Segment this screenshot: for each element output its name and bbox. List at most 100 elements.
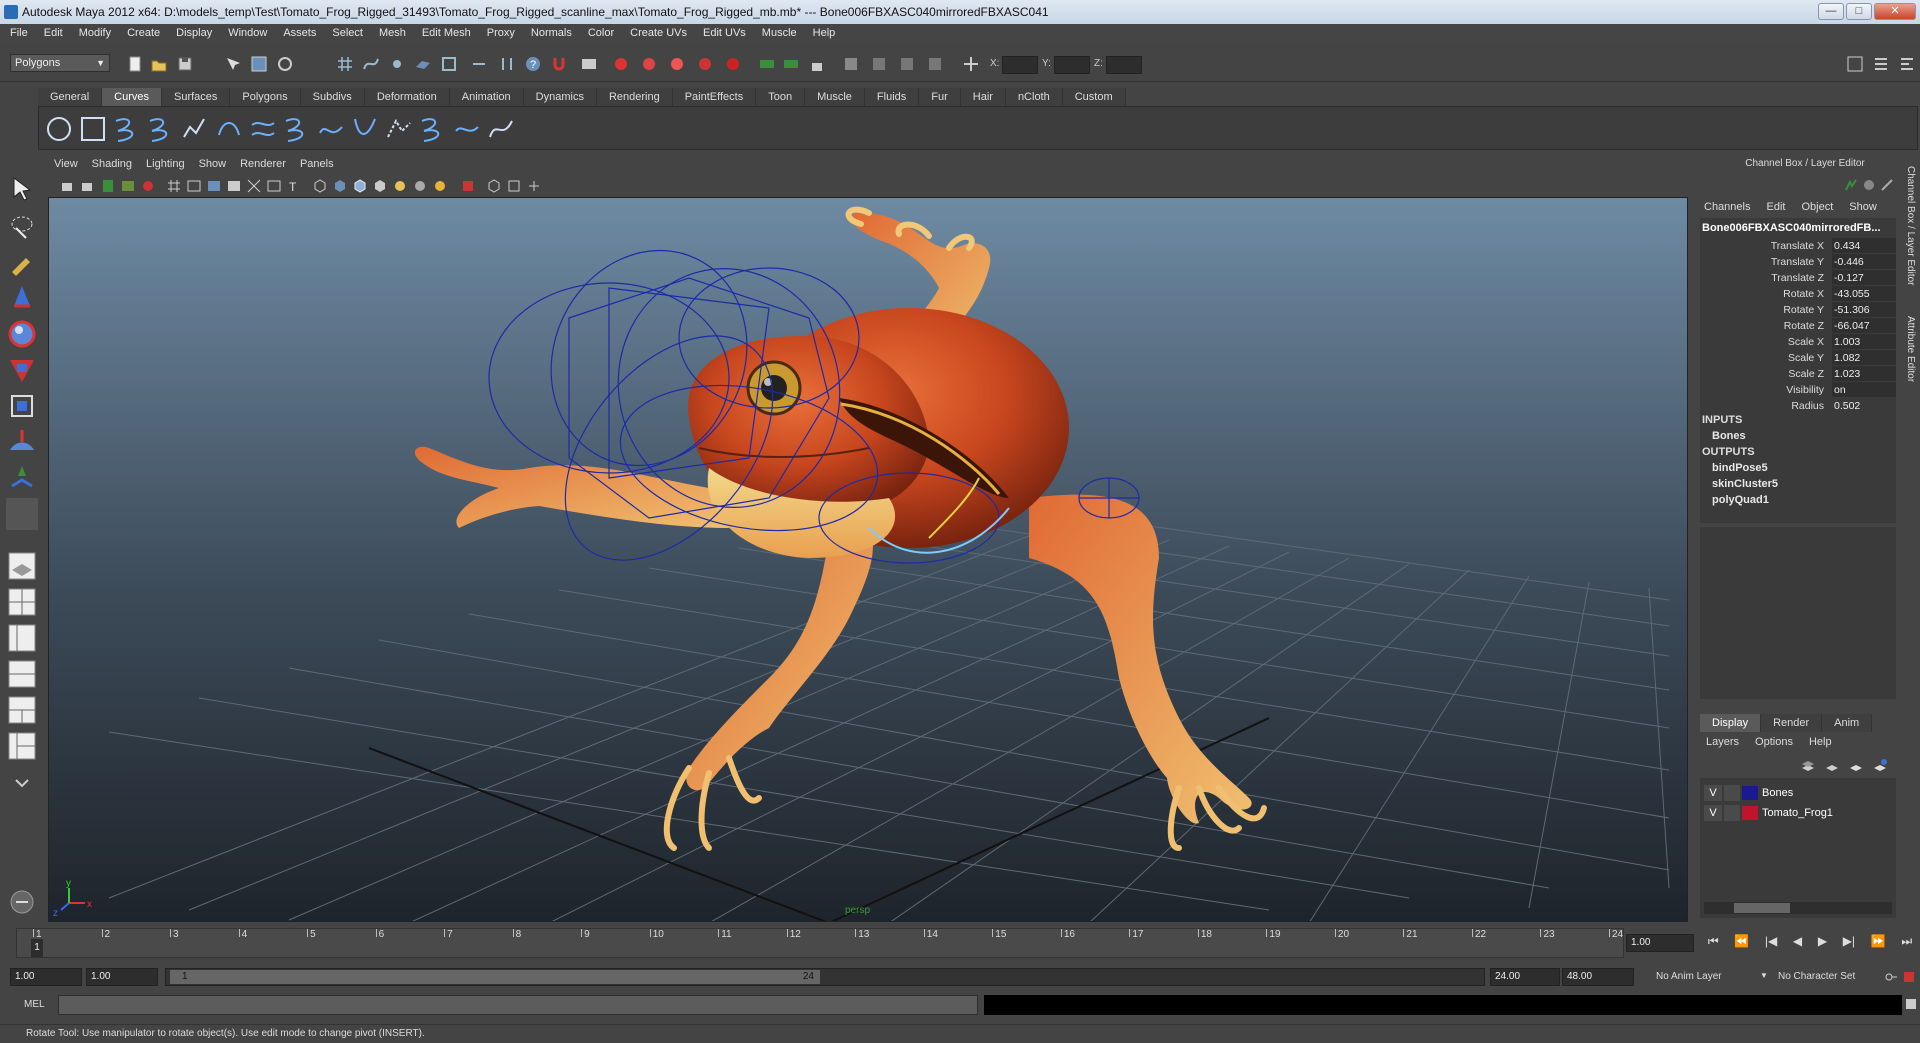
input-mode-icon[interactable] (782, 55, 800, 73)
side-tab-channel-box[interactable]: Channel Box / Layer Editor (1905, 166, 1916, 286)
layer-menu-layers[interactable]: Layers (1706, 736, 1739, 748)
range-slider-thumb[interactable]: 1 24 (170, 970, 820, 984)
step-forward-frame-button[interactable]: ▶| (1843, 934, 1855, 954)
rebuild-curve-icon[interactable] (419, 115, 447, 143)
menu-display[interactable]: Display (176, 27, 212, 39)
perspective-viewport[interactable]: x y z (48, 197, 1688, 922)
2d-pan-zoom-icon[interactable] (140, 178, 156, 194)
four-view-icon[interactable] (6, 586, 38, 618)
use-default-light-icon[interactable] (392, 178, 408, 194)
insert-knot-icon[interactable] (317, 115, 345, 143)
layer-tab-display[interactable]: Display (1700, 714, 1762, 732)
menu-edit-mesh[interactable]: Edit Mesh (422, 27, 471, 39)
end-time-field[interactable]: 48.00 (1562, 968, 1634, 986)
layer-color-swatch[interactable] (1742, 786, 1758, 800)
relative-transform-icon[interactable] (962, 55, 980, 73)
viewport-menu-lighting[interactable]: Lighting (146, 158, 185, 174)
channel-rotate-z[interactable]: Rotate Z -66.047 (1700, 318, 1896, 334)
cv-curve-icon[interactable] (113, 115, 141, 143)
persp-graph-icon[interactable] (6, 658, 38, 690)
menu-modify[interactable]: Modify (79, 27, 111, 39)
help-icon[interactable]: ? (524, 55, 542, 73)
shelf-tab-fur[interactable]: Fur (919, 88, 961, 106)
shelf-tab-curves[interactable]: Curves (102, 88, 162, 106)
magnet-icon[interactable] (550, 55, 568, 73)
shelf-tab-general[interactable]: General (38, 88, 103, 106)
channel-rotate-x[interactable]: Rotate X -43.055 (1700, 286, 1896, 302)
new-layer-icon[interactable] (1800, 758, 1816, 774)
time-slider[interactable]: 1 2 3 4 5 6 7 8 9 10 11 12 13 14 15 16 17 18 19 20 21 22 23 24 1 (16, 928, 1624, 958)
last-tool-slot[interactable] (6, 498, 38, 530)
layer-name[interactable]: Bones (1762, 787, 1793, 799)
viewport-menu-shading[interactable]: Shading (92, 158, 132, 174)
select-camera-icon[interactable] (60, 178, 76, 194)
shelf-tab-animation[interactable]: Animation (449, 88, 524, 106)
output-node-polyquad[interactable]: polyQuad1 (1712, 494, 1769, 506)
wireframe-on-shaded-icon[interactable] (352, 178, 368, 194)
layer-playback-toggle[interactable] (1724, 805, 1740, 821)
menu-normals[interactable]: Normals (531, 27, 572, 39)
extend-curve-icon[interactable] (351, 115, 379, 143)
shelf-tab-toon[interactable]: Toon (756, 88, 806, 106)
menu-edit-uvs[interactable]: Edit UVs (703, 27, 746, 39)
channel-scale-z[interactable]: Scale Z 1.023 (1700, 366, 1896, 382)
outliner-persp-graph-icon[interactable] (6, 730, 38, 762)
menu-create-uvs[interactable]: Create UVs (630, 27, 687, 39)
soft-modification-icon[interactable] (6, 426, 38, 458)
go-to-start-button[interactable]: ⏮ (1708, 934, 1719, 954)
ipr-render-icon[interactable] (612, 55, 630, 73)
scale-tool-icon[interactable] (6, 354, 38, 386)
construction-history-icon[interactable] (498, 55, 516, 73)
ep-curve-icon[interactable] (147, 115, 175, 143)
snap-grid-icon[interactable] (336, 55, 354, 73)
shelf-tab-painteffects[interactable]: PaintEffects (672, 88, 757, 106)
render-current-icon[interactable] (580, 55, 598, 73)
channel-box-menu-object[interactable]: Object (1801, 201, 1833, 213)
new-scene-icon[interactable] (126, 55, 144, 73)
image-plane-icon[interactable] (120, 178, 136, 194)
viewport-menu-show[interactable]: Show (199, 158, 227, 174)
detach-curves-icon[interactable] (283, 115, 311, 143)
shelf-tab-hair[interactable]: Hair (960, 88, 1006, 106)
go-to-end-button[interactable]: ⏭ (1901, 934, 1912, 954)
render-view-icon[interactable] (696, 55, 714, 73)
attribute-editor-toggle-icon[interactable] (1898, 55, 1916, 73)
layer-horizontal-scrollbar[interactable] (1704, 902, 1892, 914)
channel-box-icon-1[interactable] (1844, 178, 1858, 192)
layout-icon[interactable] (1846, 55, 1864, 73)
layout-options-icon[interactable] (6, 766, 38, 798)
input-node-bones[interactable]: Bones (1712, 430, 1746, 442)
layer-tab-render[interactable]: Render (1761, 714, 1823, 732)
layer-visibility-toggle[interactable]: V (1704, 785, 1722, 801)
channel-value[interactable]: -51.306 (1832, 302, 1896, 317)
camera-attributes-icon[interactable] (80, 178, 96, 194)
channel-translate-z[interactable]: Translate Z -0.127 (1700, 270, 1896, 286)
selected-object-name[interactable]: Bone006FBXASC040mirroredFB... (1702, 222, 1896, 234)
start-time-field[interactable]: 1.00 (10, 968, 82, 986)
channel-box-icon-2[interactable] (1862, 178, 1876, 192)
select-by-hierarchy-icon[interactable] (224, 55, 242, 73)
output-node-skincluster[interactable]: skinCluster5 (1712, 478, 1778, 490)
select-by-component-icon[interactable] (276, 55, 294, 73)
add-points-icon[interactable] (453, 115, 481, 143)
viewport-menu-view[interactable]: View (54, 158, 78, 174)
resolution-gate-icon[interactable] (206, 178, 222, 194)
y-field[interactable] (1054, 56, 1090, 74)
history-icon[interactable] (470, 55, 488, 73)
channel-value[interactable]: on (1832, 382, 1896, 397)
nurbs-square-icon[interactable] (79, 115, 107, 143)
render-settings-icon[interactable] (640, 55, 658, 73)
shelf-tab-fluids[interactable]: Fluids (864, 88, 920, 106)
menu-set-dropdown[interactable]: Polygons ▼ (10, 54, 110, 72)
wireframe-icon[interactable] (312, 178, 328, 194)
layer-tab-anim[interactable]: Anim (1822, 714, 1873, 732)
quick-layout-icon[interactable] (6, 886, 38, 918)
current-frame-marker[interactable]: 1 (31, 939, 43, 957)
persp-outliner-icon[interactable] (6, 622, 38, 654)
shelf-tab-custom[interactable]: Custom (1062, 88, 1126, 106)
single-perspective-view-icon[interactable] (6, 550, 38, 582)
shelf-tab-surfaces[interactable]: Surfaces (161, 88, 231, 106)
menu-select[interactable]: Select (332, 27, 363, 39)
rotate-tool-icon[interactable] (6, 318, 38, 350)
persp-hypershade-icon[interactable] (6, 694, 38, 726)
